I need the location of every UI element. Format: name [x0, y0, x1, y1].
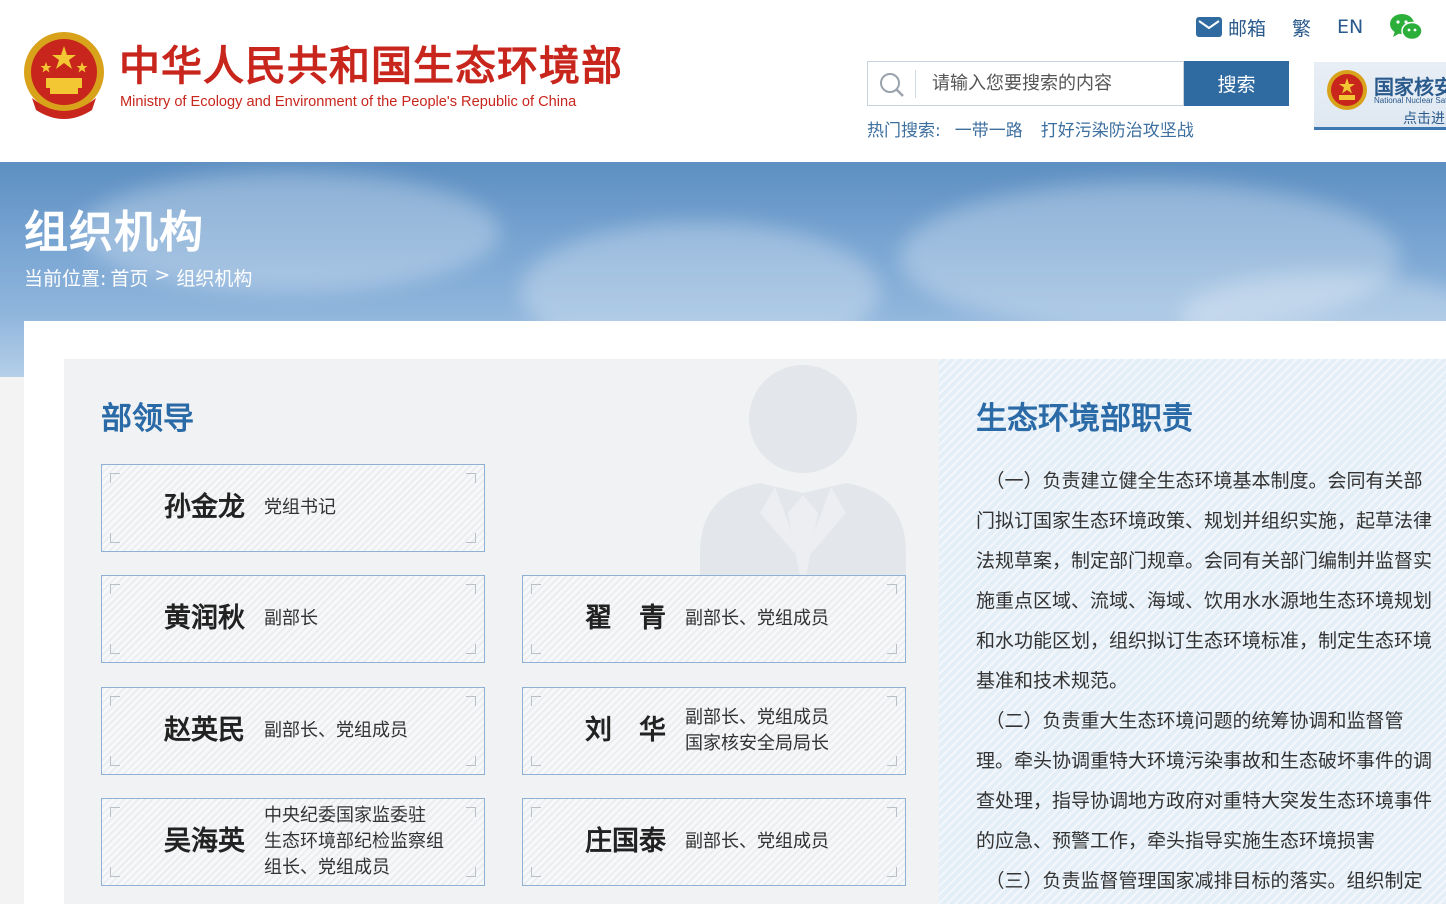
leader-title: 副部长、党组成员 国家核安全局局长 — [685, 688, 829, 774]
leader-name: 孙金龙 — [164, 492, 245, 523]
leader-name: 刘 华 — [585, 715, 666, 746]
leader-name: 庄国泰 — [585, 826, 666, 857]
leaders-heading: 部领导 — [101, 401, 194, 437]
breadcrumb-current: 组织机构 — [176, 268, 253, 290]
leader-card[interactable]: 庄国泰 副部长、党组成员 — [522, 798, 906, 886]
breadcrumb-separator: > — [154, 264, 171, 286]
search-box — [867, 61, 1184, 106]
leader-name: 翟 青 — [585, 603, 666, 634]
nnsa-banner[interactable]: 国家核安 National Nuclear Safety 点击进入 — [1314, 62, 1446, 130]
duty-paragraph: （二）负责重大生态环境问题的统筹协调和监督管理。牵头协调重特大环境污染事故和生态… — [976, 710, 1433, 852]
traditional-chinese-link[interactable]: 繁 — [1292, 14, 1311, 41]
leader-card[interactable]: 刘 华 副部长、党组成员 国家核安全局局长 — [522, 687, 906, 775]
breadcrumb-home[interactable]: 首页 — [110, 264, 148, 291]
leader-card[interactable]: 吴海英 中央纪委国家监委驻 生态环境部纪检监察组 组长、党组成员 — [101, 798, 485, 886]
search-divider — [915, 70, 916, 98]
english-link[interactable]: EN — [1337, 16, 1363, 38]
leader-name: 黄润秋 — [164, 603, 245, 634]
search-input[interactable] — [920, 62, 1182, 105]
leader-name: 赵英民 — [164, 715, 245, 746]
hot-search-label: 热门搜索: — [867, 121, 941, 141]
leader-title-line: 副部长、党组成员 — [685, 831, 829, 852]
leader-title: 副部长、党组成员 — [264, 688, 408, 774]
site-subtitle: Ministry of Ecology and Environment of t… — [120, 94, 577, 110]
leader-name: 吴海英 — [164, 826, 245, 857]
leader-title: 副部长 — [264, 576, 318, 662]
hot-search-item[interactable]: 打好污染防治攻坚战 — [1041, 116, 1194, 141]
hot-search: 热门搜索: 一带一路 打好污染防治攻坚战 — [867, 116, 1212, 141]
leader-card[interactable]: 黄润秋 副部长 — [101, 575, 485, 663]
site-title[interactable]: 中华人民共和国生态环境部 — [119, 40, 623, 92]
leader-title-line: 生态环境部纪检监察组 — [264, 831, 444, 852]
mail-label: 邮箱 — [1228, 17, 1267, 40]
page-title: 组织机构 — [24, 207, 204, 258]
leader-title-line: 副部长 — [264, 608, 318, 629]
leader-title-line: 副部长、党组成员 — [264, 720, 408, 741]
duties-heading: 生态环境部职责 — [976, 401, 1193, 437]
wechat-icon — [1390, 14, 1423, 41]
wechat-link[interactable] — [1389, 12, 1423, 42]
leader-title-line: 中央纪委国家监委驻 — [264, 805, 426, 826]
leader-title-line: 国家核安全局局长 — [685, 733, 829, 754]
duties-panel: 生态环境部职责 （一）负责建立健全生态环境基本制度。会同有关部门拟订国家生态环境… — [939, 359, 1446, 904]
leader-card[interactable]: 翟 青 副部长、党组成员 — [522, 575, 906, 663]
leader-title: 中央纪委国家监委驻 生态环境部纪检监察组 组长、党组成员 — [264, 799, 444, 885]
nnsa-banner-subtitle: National Nuclear Safety — [1374, 96, 1446, 105]
leader-card[interactable]: 孙金龙 党组书记 — [101, 464, 485, 552]
site-header: 中华人民共和国生态环境部 Ministry of Ecology and Env… — [0, 0, 1446, 162]
leader-title: 副部长、党组成员 — [685, 799, 829, 885]
breadcrumb-label: 当前位置: — [24, 268, 107, 290]
leader-title-line: 副部长、党组成员 — [685, 608, 829, 629]
leader-card[interactable]: 赵英民 副部长、党组成员 — [101, 687, 485, 775]
leader-title-line: 组长、党组成员 — [264, 857, 390, 878]
breadcrumb: 当前位置: 首页 > 组织机构 — [24, 264, 256, 291]
mail-link[interactable]: 邮箱 — [1196, 14, 1266, 41]
leader-title: 党组书记 — [264, 465, 336, 551]
leader-title-line: 副部长、党组成员 — [685, 707, 829, 728]
national-emblem-icon[interactable] — [22, 28, 106, 120]
nnsa-banner-enter: 点击进入 — [1403, 111, 1446, 127]
duty-paragraph: （一）负责建立健全生态环境基本制度。会同有关部门拟订国家生态环境政策、规划并组织… — [976, 470, 1433, 692]
duty-paragraph: （三）负责监督管理国家减排目标的落实。组织制定 — [985, 870, 1423, 892]
top-links: 邮箱 繁 EN — [1196, 12, 1423, 42]
leader-title: 副部长、党组成员 — [685, 576, 829, 662]
search-button[interactable]: 搜索 — [1184, 61, 1289, 106]
search-icon — [880, 73, 904, 97]
national-emblem-icon — [1327, 70, 1367, 110]
leader-title-line: 党组书记 — [264, 497, 336, 518]
mail-icon — [1196, 17, 1222, 37]
duties-text: （一）负责建立健全生态环境基本制度。会同有关部门拟订国家生态环境政策、规划并组织… — [976, 461, 1438, 901]
hot-search-item[interactable]: 一带一路 — [955, 116, 1023, 141]
